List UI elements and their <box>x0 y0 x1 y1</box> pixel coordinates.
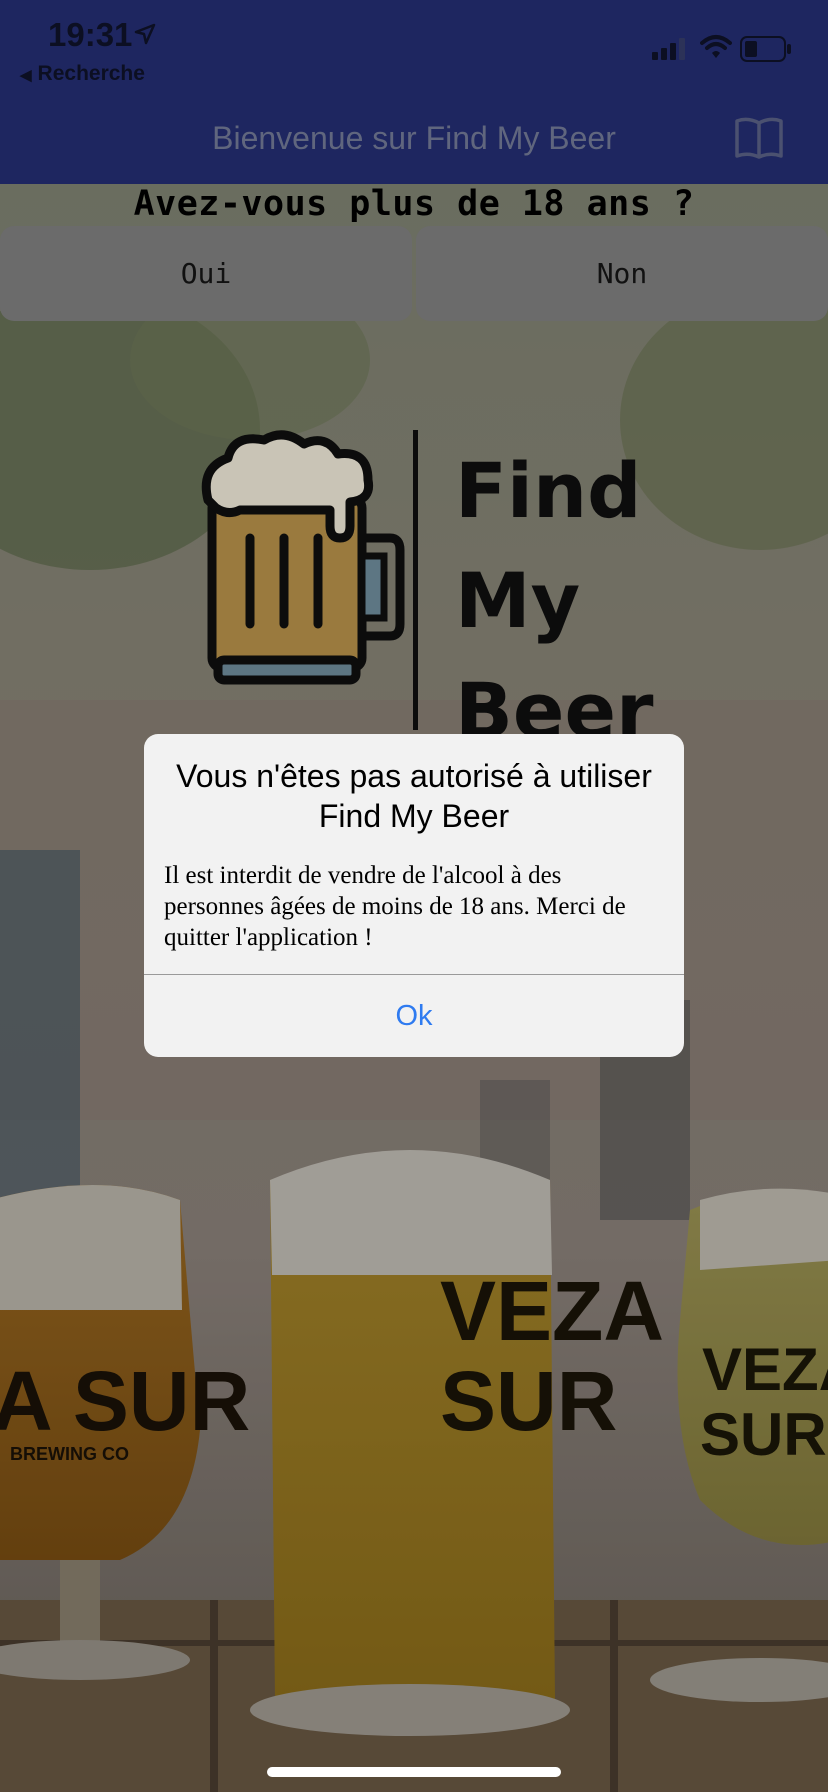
not-authorized-alert: Vous n'êtes pas autorisé à utiliser Find… <box>144 734 684 1057</box>
location-arrow-icon <box>134 23 156 50</box>
logo-divider <box>413 430 418 730</box>
back-arrow-icon: ◀ <box>20 67 32 84</box>
logo-word-1: Find <box>455 446 642 535</box>
back-to-search-link[interactable]: ◀ Recherche <box>20 62 145 86</box>
home-indicator[interactable] <box>267 1767 561 1777</box>
app-logo-text: Find My Beer <box>455 436 654 766</box>
beer-mug-icon <box>200 428 410 698</box>
yes-button[interactable]: Oui <box>0 226 412 321</box>
alert-message: Il est interdit de vendre de l'alcool à … <box>164 862 626 951</box>
status-time: 19:31 <box>48 16 133 53</box>
signal-icon <box>652 38 688 65</box>
battery-icon <box>740 36 792 67</box>
navigation-bar: 19:31 ◀ Recherche Bienvenue sur Find My B… <box>0 0 828 184</box>
book-icon[interactable] <box>734 116 784 165</box>
wifi-icon <box>700 34 732 65</box>
logo-word-2: My <box>455 556 581 645</box>
no-button[interactable]: Non <box>416 226 828 321</box>
alert-title: Vous n'êtes pas autorisé à utiliser Find… <box>176 758 652 834</box>
age-answer-buttons: Oui Non <box>0 226 828 322</box>
page-title: Bienvenue sur Find My Beer <box>212 120 616 156</box>
age-question: Avez-vous plus de 18 ans ? <box>133 184 695 224</box>
back-link-label: Recherche <box>37 62 145 85</box>
ok-button[interactable]: Ok <box>144 975 684 1057</box>
